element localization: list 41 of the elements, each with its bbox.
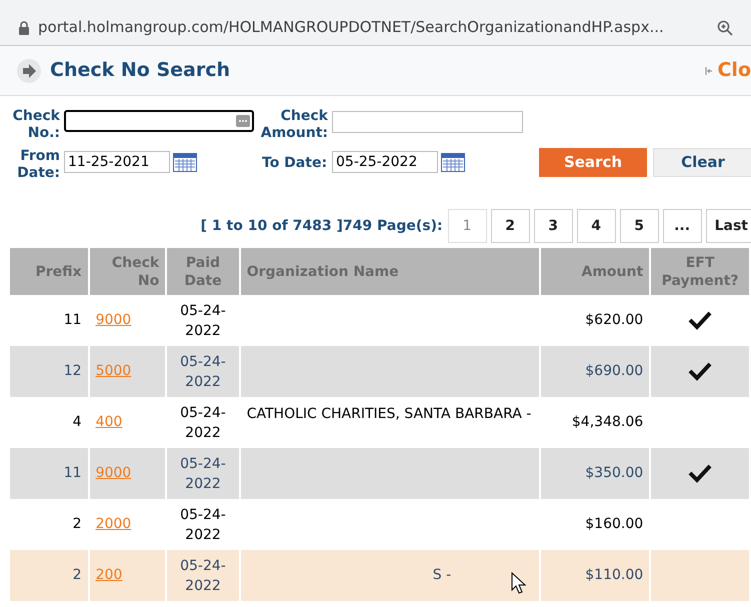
checkmark-icon [688,310,712,330]
organization-name: CATHOLIC CHARITIES, SANTA BARBARA - [246,405,532,424]
page-title: Check No Search [50,58,230,84]
cursor-icon [511,572,528,594]
field-label: Check No.: [12,108,60,142]
field-label: From Date: [16,148,60,182]
page-button[interactable]: Last [706,209,751,243]
page-button[interactable]: 5 [620,209,659,243]
page-button[interactable]: 2 [490,209,530,243]
ellipsis-icon[interactable] [236,115,250,127]
table-row[interactable]: 4 400 05-24-2022 CATHOLIC CHARITIES, SANTA BARBARA - $4,348.06 [9,397,750,448]
address-bar[interactable]: portal.holmangroup.com/HOLMANGROUPDOTNET/SearchOrganizationandHP.aspx... [0,0,751,46]
checkmark-icon [688,361,712,382]
table-cell: 2 [9,550,89,601]
close-icon[interactable] [705,64,714,76]
table-row[interactable]: 11 9000 05-24-2022 $350.00 [9,448,750,499]
organization-name: S - [432,566,452,585]
to-date-field[interactable]: 05-25-2022 [332,151,438,173]
calendar-icon[interactable] [173,152,197,172]
checkmark-icon [688,463,712,484]
field-label: Check Amount: [260,108,328,142]
record-summary: [ 1 to 10 of 7483 ]749 Page(s): [200,216,443,236]
table-row[interactable]: 12 5000 05-24-2022 $690.00 [9,346,750,397]
table-cell: 05-24-2022 [166,550,240,601]
field-label: To Date: [262,155,328,172]
page-button[interactable]: ... [662,209,702,243]
lock-icon [18,20,30,34]
zoom-icon[interactable] [717,20,733,36]
check-no-field[interactable] [64,110,254,132]
table-row[interactable]: 2 2000 05-24-2022 $160.00 [9,499,750,550]
page-button[interactable]: 3 [534,209,573,243]
table-row[interactable]: 2 200 05-24-2022 S - $110.00 [9,550,750,601]
clear-button[interactable]: Clear [653,148,751,177]
calendar-icon[interactable] [441,152,465,172]
page-button[interactable]: 1 [448,209,487,243]
table-cell: $110.00 [540,550,650,601]
table-row[interactable]: 11 9000 05-24-2022 $620.00 [9,295,750,346]
from-date-field[interactable]: 11-25-2021 [64,151,170,173]
page-button[interactable]: 4 [576,209,616,243]
check-amount-field[interactable] [332,111,523,133]
url-text[interactable]: portal.holmangroup.com/HOLMANGROUPDOTNET/SearchOrganizationandHP.aspx... [38,16,664,39]
